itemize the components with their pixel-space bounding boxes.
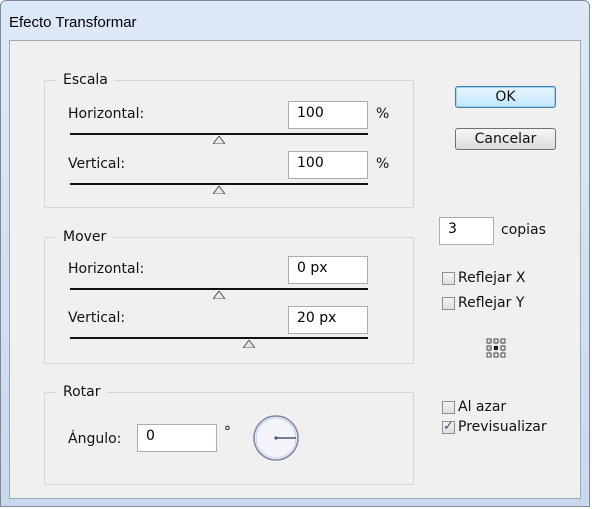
scale-horizontal-slider-thumb[interactable] <box>213 136 225 144</box>
random-label[interactable]: Al azar <box>458 399 506 415</box>
reference-point-grid-icon[interactable] <box>486 338 507 359</box>
move-vertical-input[interactable]: 20 px <box>288 306 368 334</box>
move-horizontal-label: Horizontal: <box>68 261 145 277</box>
angle-input[interactable]: 0 <box>137 424 217 452</box>
scale-vertical-input[interactable]: 100 <box>288 151 368 179</box>
copies-label: copias <box>501 222 546 238</box>
random-checkbox[interactable] <box>442 401 455 414</box>
scale-group: Escala <box>44 72 414 208</box>
move-horizontal-slider-track[interactable] <box>70 288 368 290</box>
scale-horizontal-label: Horizontal: <box>68 106 145 122</box>
move-vertical-slider-thumb[interactable] <box>242 340 255 348</box>
scale-horizontal-unit: % <box>376 106 390 122</box>
reflect-y-label[interactable]: Reflejar Y <box>458 295 524 311</box>
scale-vertical-slider-thumb[interactable] <box>213 186 225 194</box>
move-vertical-slider-track[interactable] <box>70 337 368 339</box>
scale-horizontal-input[interactable]: 100 <box>288 101 368 129</box>
reflect-y-checkbox[interactable] <box>442 297 455 310</box>
move-legend: Mover <box>63 229 107 245</box>
degree-symbol: ° <box>224 424 231 440</box>
angle-dial[interactable] <box>251 413 301 463</box>
scale-vertical-slider-track[interactable] <box>70 183 368 185</box>
move-vertical-label: Vertical: <box>68 310 126 326</box>
checkmark-icon: ✓ <box>443 419 454 434</box>
move-horizontal-slider-thumb[interactable] <box>213 291 225 299</box>
preview-checkbox[interactable]: ✓ <box>442 419 455 434</box>
dialog-client-area: Escala Horizontal: 100 % Vertical: 100 %… <box>9 40 581 499</box>
cancel-button[interactable]: Cancelar <box>455 128 556 150</box>
reflect-x-label[interactable]: Reflejar X <box>458 270 525 286</box>
scale-vertical-unit: % <box>376 156 390 172</box>
title-bar[interactable]: Efecto Transformar <box>1 1 589 37</box>
rotate-legend: Rotar <box>63 384 101 400</box>
scale-legend: Escala <box>63 72 108 88</box>
scale-horizontal-slider-track[interactable] <box>70 133 368 135</box>
preview-label[interactable]: Previsualizar <box>458 419 547 435</box>
reflect-x-checkbox[interactable] <box>442 272 455 285</box>
angle-label: Ángulo: <box>68 431 122 447</box>
ok-button[interactable]: OK <box>455 86 556 108</box>
move-horizontal-input[interactable]: 0 px <box>288 256 368 284</box>
transform-effect-dialog: Efecto Transformar Escala Horizontal: 10… <box>0 0 590 507</box>
scale-vertical-label: Vertical: <box>68 156 126 172</box>
move-group: Mover <box>44 229 414 364</box>
copies-input[interactable]: 3 <box>439 217 494 245</box>
window-title: Efecto Transformar <box>9 14 137 31</box>
